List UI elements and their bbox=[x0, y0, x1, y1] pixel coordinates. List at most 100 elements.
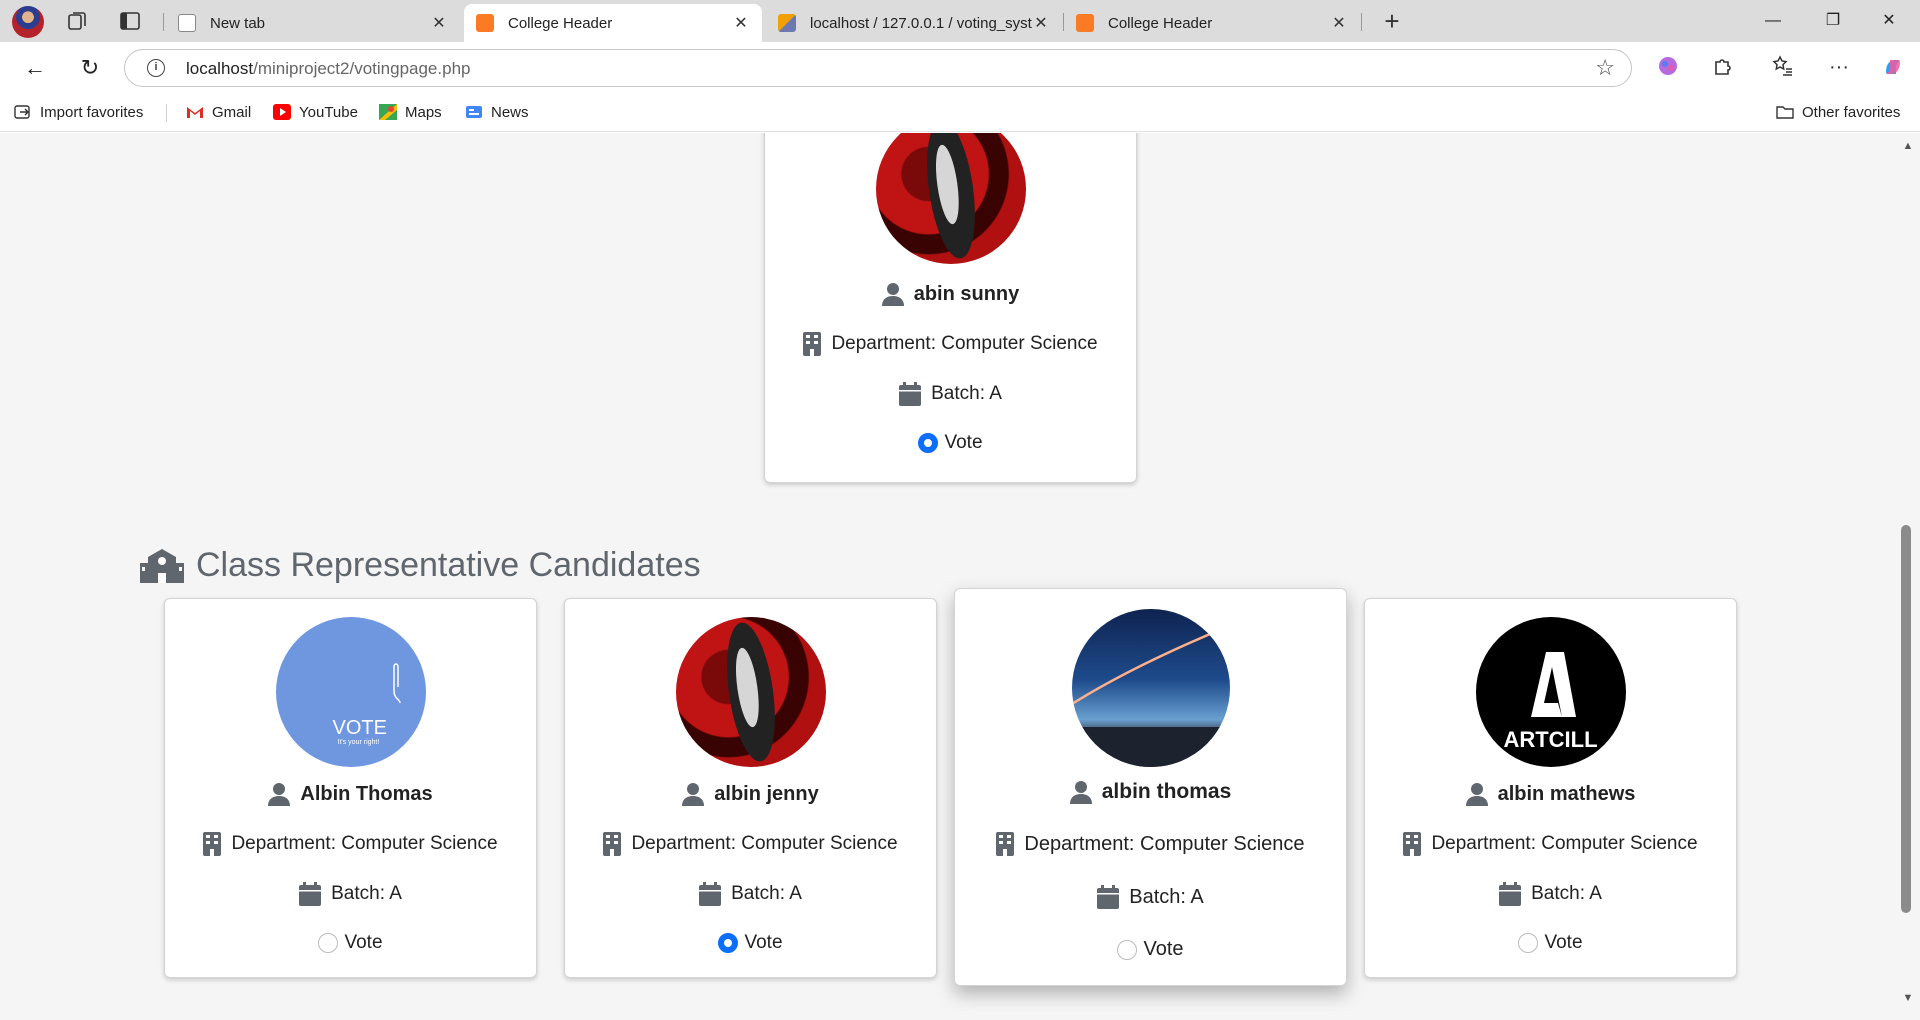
vote-label[interactable]: Vote bbox=[744, 932, 782, 954]
candidate-card: abin sunny Department: Computer Science … bbox=[764, 133, 1137, 483]
extensions-puzzle-icon[interactable] bbox=[1710, 54, 1736, 80]
user-icon bbox=[1465, 782, 1488, 806]
xampp-icon bbox=[476, 14, 494, 32]
tab-title: College Header bbox=[1108, 14, 1213, 32]
candidate-card: albin thomas Department: Computer Scienc… bbox=[954, 588, 1347, 986]
vote-option[interactable]: Vote bbox=[165, 932, 536, 954]
back-arrow-icon[interactable]: ← bbox=[20, 53, 50, 83]
bookmark-other-favorites[interactable]: Other favorites bbox=[1776, 102, 1900, 122]
tab-title: College Header bbox=[508, 14, 613, 32]
candidate-name: albin thomas bbox=[1101, 780, 1232, 803]
close-window-button[interactable]: ✕ bbox=[1866, 6, 1912, 36]
vote-label[interactable]: Vote bbox=[1544, 932, 1582, 954]
vote-radio[interactable] bbox=[718, 933, 739, 953]
candidate-name: abin sunny bbox=[913, 282, 1020, 305]
tab-college-header[interactable]: College Header ✕ bbox=[464, 4, 762, 42]
vote-radio[interactable] bbox=[1117, 939, 1138, 960]
calendar-icon bbox=[1499, 882, 1522, 906]
candidate-avatar: VOTE It's your right! bbox=[275, 617, 426, 767]
school-icon bbox=[140, 548, 184, 583]
bookmark-youtube[interactable]: YouTube bbox=[273, 102, 358, 122]
tab-title: New tab bbox=[210, 14, 266, 32]
tab-separator bbox=[163, 13, 164, 31]
navigation-toolbar: ← ↻ i localhost/miniproject2/votingpage.… bbox=[0, 42, 1920, 92]
minimize-button[interactable]: — bbox=[1750, 6, 1796, 36]
address-bar[interactable]: i localhost/miniproject2/votingpage.php … bbox=[124, 49, 1632, 87]
user-icon bbox=[682, 782, 705, 806]
workspaces-icon[interactable] bbox=[65, 9, 89, 33]
bookmark-maps[interactable]: Maps bbox=[379, 102, 442, 122]
page-icon bbox=[178, 14, 196, 32]
close-icon[interactable]: ✕ bbox=[732, 13, 750, 33]
copilot-icon[interactable] bbox=[1880, 54, 1906, 80]
vote-label[interactable]: Vote bbox=[944, 432, 982, 454]
folder-icon bbox=[1776, 104, 1794, 120]
vote-option[interactable]: Vote bbox=[565, 932, 936, 954]
candidate-avatar bbox=[1071, 609, 1230, 767]
building-icon bbox=[996, 832, 1015, 856]
calendar-icon bbox=[1097, 885, 1120, 909]
calendar-icon bbox=[899, 382, 922, 406]
close-icon[interactable]: ✕ bbox=[1330, 13, 1348, 33]
profile-avatar[interactable] bbox=[12, 6, 44, 38]
tab-new-tab[interactable]: New tab ✕ bbox=[166, 4, 460, 42]
info-icon[interactable]: i bbox=[147, 59, 165, 77]
vote-option[interactable]: Vote bbox=[955, 938, 1346, 961]
bookmarks-bar: Import favorites Gmail YouTube Maps News… bbox=[0, 92, 1920, 132]
candidate-avatar: ARTCILL bbox=[1475, 617, 1626, 767]
bookmark-import-favorites[interactable]: Import favorites bbox=[14, 102, 143, 122]
favorites-list-icon[interactable] bbox=[1770, 54, 1796, 80]
gmail-icon bbox=[186, 104, 204, 120]
candidate-avatar bbox=[675, 617, 826, 767]
phpmyadmin-icon bbox=[778, 14, 796, 32]
new-tab-button[interactable]: + bbox=[1375, 6, 1409, 38]
url-text[interactable]: localhost/miniproject2/votingpage.php bbox=[186, 59, 470, 79]
user-icon bbox=[268, 782, 291, 806]
restore-button[interactable]: ❐ bbox=[1810, 6, 1856, 36]
refresh-icon[interactable]: ↻ bbox=[75, 53, 105, 83]
user-icon bbox=[1069, 780, 1092, 804]
building-icon bbox=[603, 832, 622, 856]
maps-icon bbox=[379, 104, 397, 120]
scrollbar-thumb[interactable] bbox=[1901, 525, 1911, 913]
news-icon bbox=[465, 104, 483, 120]
candidate-department: Department: Computer Science bbox=[231, 833, 498, 854]
candidate-card: albin jenny Department: Computer Science… bbox=[564, 598, 937, 978]
vote-label[interactable]: Vote bbox=[344, 932, 382, 954]
candidate-batch: Batch: A bbox=[331, 883, 402, 904]
vote-radio[interactable] bbox=[318, 933, 339, 953]
tab-strip: New tab ✕ College Header ✕ localhost / 1… bbox=[0, 0, 1920, 42]
bookmark-gmail[interactable]: Gmail bbox=[186, 102, 251, 122]
vote-label[interactable]: Vote bbox=[1143, 938, 1183, 961]
section-title: Class Representative Candidates bbox=[140, 546, 701, 585]
candidate-card: VOTE It's your right! Albin Thomas Depar… bbox=[164, 598, 537, 978]
more-options-icon[interactable]: ··· bbox=[1826, 54, 1852, 80]
tab-phpmyadmin[interactable]: localhost / 127.0.0.1 / voting_syst ✕ bbox=[766, 4, 1062, 42]
bookmark-news[interactable]: News bbox=[465, 102, 529, 122]
copilot-brain-icon[interactable] bbox=[1655, 54, 1681, 80]
tab-actions-icon[interactable] bbox=[118, 9, 142, 33]
candidate-batch: Batch: A bbox=[1531, 883, 1602, 904]
tab-title: localhost / 127.0.0.1 / voting_syst bbox=[810, 14, 1032, 32]
candidate-batch: Batch: A bbox=[731, 883, 802, 904]
candidate-batch: Batch: A bbox=[931, 383, 1002, 404]
favorite-star-icon[interactable]: ☆ bbox=[1595, 55, 1615, 81]
scroll-down-arrow-icon[interactable]: ▼ bbox=[1898, 992, 1918, 1004]
vote-option[interactable]: Vote bbox=[765, 432, 1136, 454]
close-icon[interactable]: ✕ bbox=[1032, 13, 1050, 33]
candidate-name: albin mathews bbox=[1497, 782, 1636, 805]
vote-radio[interactable] bbox=[1518, 933, 1539, 953]
candidate-name: albin jenny bbox=[714, 782, 819, 805]
vote-option[interactable]: Vote bbox=[1365, 932, 1736, 954]
candidate-card: ARTCILL albin mathews Department: Comput… bbox=[1364, 598, 1737, 978]
xampp-icon bbox=[1076, 14, 1094, 32]
vote-radio[interactable] bbox=[918, 433, 939, 453]
voting-page: abin sunny Department: Computer Science … bbox=[0, 133, 1898, 1020]
scroll-up-arrow-icon[interactable]: ▲ bbox=[1898, 140, 1918, 152]
building-icon bbox=[203, 832, 222, 856]
calendar-icon bbox=[699, 882, 722, 906]
user-icon bbox=[881, 282, 904, 306]
tab-separator bbox=[1361, 13, 1362, 31]
tab-college-header-2[interactable]: College Header ✕ bbox=[1064, 4, 1360, 42]
close-icon[interactable]: ✕ bbox=[430, 13, 448, 33]
